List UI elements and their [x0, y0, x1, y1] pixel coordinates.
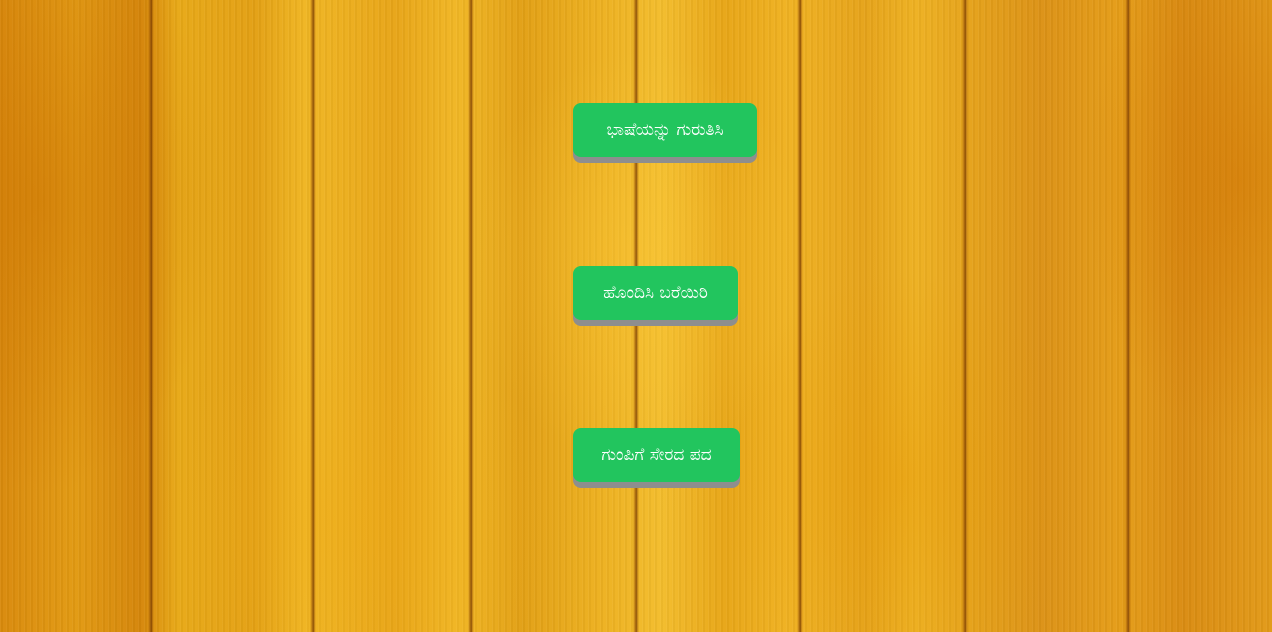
- identify-language-button[interactable]: ಭಾಷೆಯನ್ನು ಗುರುತಿಸಿ: [573, 103, 757, 157]
- match-and-write-button[interactable]: ಹೊಂದಿಸಿ ಬರೆಯಿರಿ: [573, 266, 738, 320]
- plank-seam: [1125, 0, 1131, 632]
- plank-seam: [148, 0, 154, 632]
- plank-seam: [468, 0, 474, 632]
- plank-seam: [962, 0, 968, 632]
- plank-seam: [310, 0, 316, 632]
- odd-word-out-button[interactable]: ಗುಂಪಿಗೆ ಸೇರದ ಪದ: [573, 428, 740, 482]
- plank-seam: [797, 0, 803, 632]
